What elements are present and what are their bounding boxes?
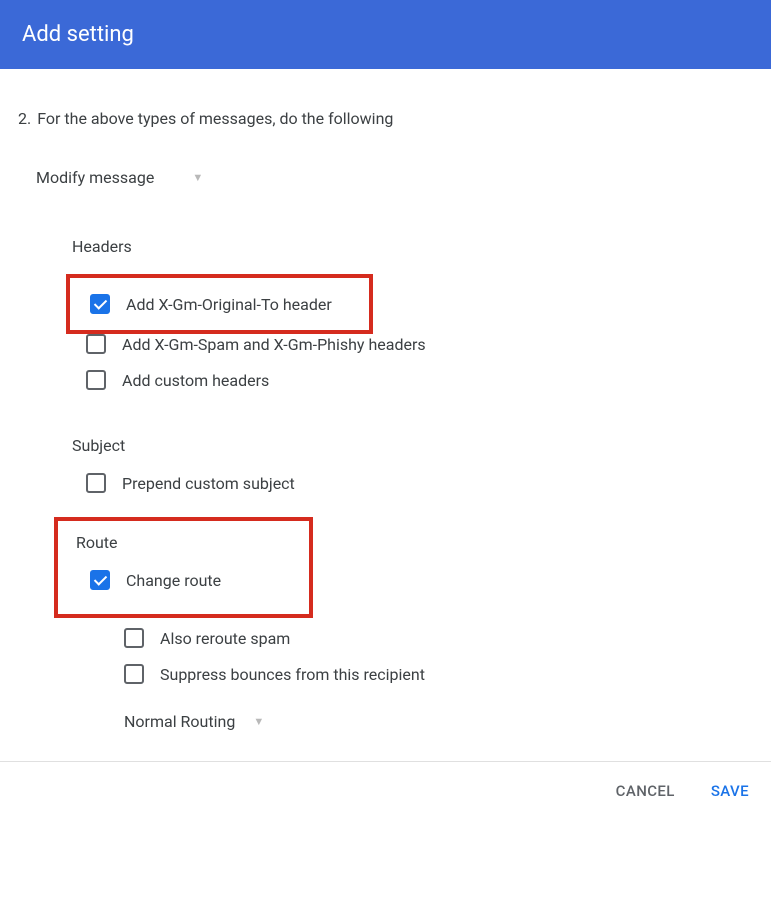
option-add-original-to[interactable]: Add X-Gm-Original-To header [90, 294, 369, 314]
page-title: Add setting [0, 0, 771, 69]
option-change-route[interactable]: Change route [90, 570, 309, 590]
headers-section: Headers Add X-Gm-Original-To header Add … [18, 237, 753, 390]
routing-dropdown[interactable]: Normal Routing ▼ [124, 712, 264, 731]
content-pane: 2. For the above types of messages, do t… [0, 69, 771, 755]
subject-section: Subject Prepend custom subject [18, 436, 753, 493]
option-prepend-subject[interactable]: Prepend custom subject [86, 473, 753, 493]
route-label: Route [76, 533, 309, 552]
step-heading: 2. For the above types of messages, do t… [18, 109, 753, 128]
option-label: Add X-Gm-Spam and X-Gm-Phishy headers [122, 335, 426, 354]
checkbox-add-custom-headers[interactable] [86, 370, 106, 390]
checkbox-reroute-spam[interactable] [124, 628, 144, 648]
cancel-button[interactable]: CANCEL [616, 782, 675, 800]
checkbox-change-route[interactable] [90, 570, 110, 590]
step-number: 2. [18, 109, 31, 128]
option-label: Add X-Gm-Original-To header [126, 295, 332, 314]
option-suppress-bounces[interactable]: Suppress bounces from this recipient [124, 664, 753, 684]
save-button[interactable]: SAVE [711, 782, 749, 800]
dropdown-arrow-icon: ▼ [253, 715, 264, 728]
dropdown-arrow-icon: ▼ [192, 171, 203, 184]
subject-label: Subject [72, 436, 753, 455]
highlight-headers: Add X-Gm-Original-To header [66, 274, 373, 334]
checkbox-add-spam-phishy[interactable] [86, 334, 106, 354]
action-dropdown[interactable]: Modify message ▼ [36, 168, 203, 187]
checkbox-suppress-bounces[interactable] [124, 664, 144, 684]
route-section: Route Change route Also reroute spam Sup… [18, 517, 753, 755]
footer: CANCEL SAVE [0, 761, 771, 820]
option-label: Change route [126, 571, 221, 590]
option-reroute-spam[interactable]: Also reroute spam [124, 628, 753, 648]
highlight-route: Route Change route [54, 517, 313, 618]
step-text: For the above types of messages, do the … [37, 109, 393, 128]
headers-label: Headers [72, 237, 753, 256]
option-label: Add custom headers [122, 371, 269, 390]
checkbox-add-original-to[interactable] [90, 294, 110, 314]
option-label: Suppress bounces from this recipient [160, 665, 425, 684]
checkbox-prepend-subject[interactable] [86, 473, 106, 493]
option-label: Also reroute spam [160, 629, 290, 648]
routing-dropdown-label: Normal Routing [124, 712, 235, 731]
option-add-custom-headers[interactable]: Add custom headers [86, 370, 753, 390]
action-dropdown-label: Modify message [36, 168, 154, 187]
option-label: Prepend custom subject [122, 474, 295, 493]
option-add-spam-phishy[interactable]: Add X-Gm-Spam and X-Gm-Phishy headers [86, 334, 753, 354]
